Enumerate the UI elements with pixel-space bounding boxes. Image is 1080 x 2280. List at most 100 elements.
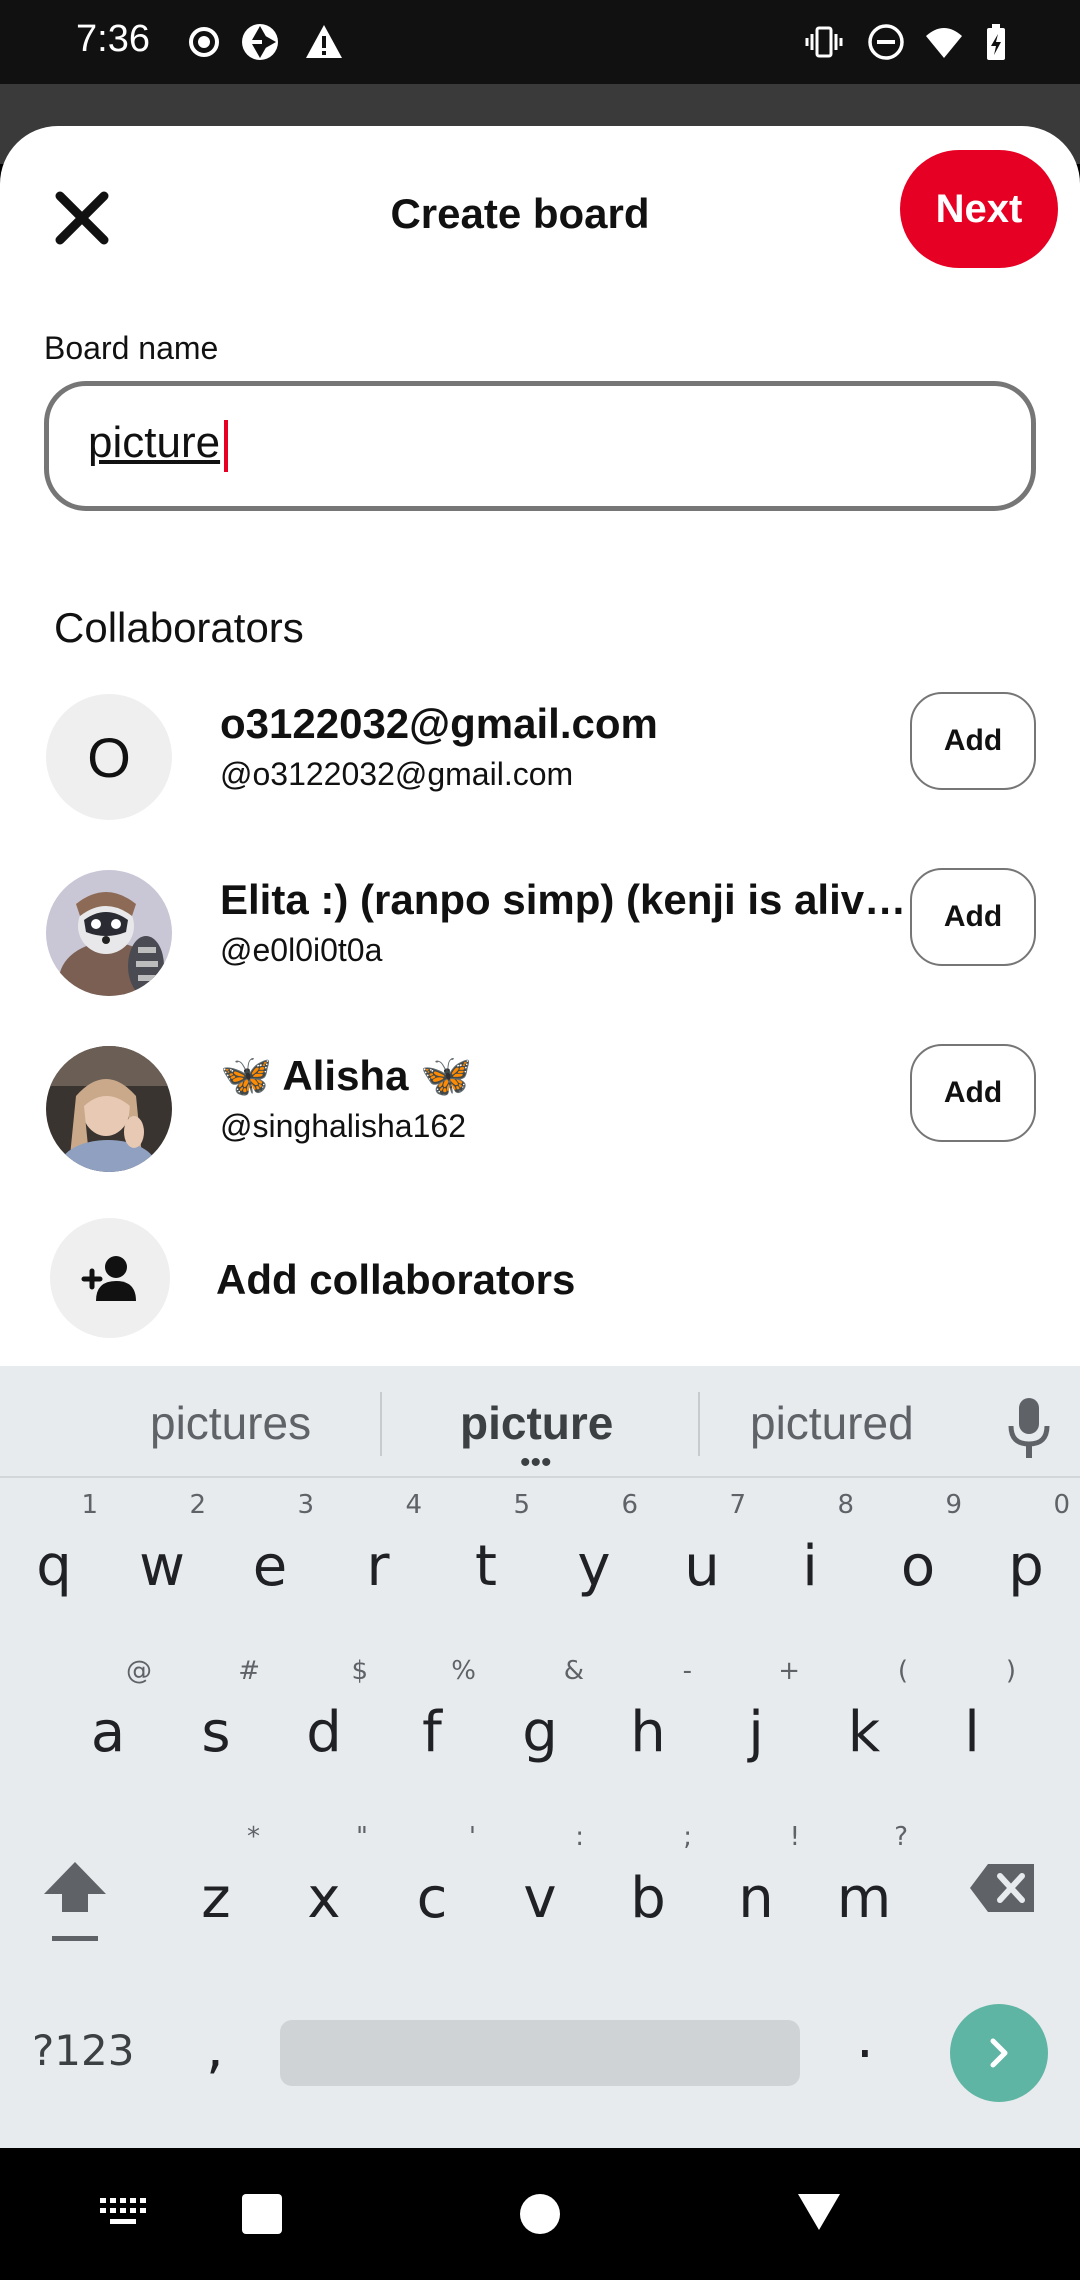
suggestion-divider <box>698 1392 700 1456</box>
vibrate-icon <box>805 26 843 58</box>
backspace-icon[interactable] <box>968 1862 1038 1914</box>
more-suggestions-icon[interactable]: ••• <box>520 1448 552 1478</box>
avatar: O <box>46 694 172 820</box>
key-hint: 1 <box>81 1490 98 1520</box>
key-hint: 0 <box>1053 1490 1070 1520</box>
key-d[interactable]: $ d <box>270 1656 378 1786</box>
keyboard-icon[interactable] <box>98 2194 148 2230</box>
key-hint: ! <box>789 1822 800 1852</box>
shift-key-icon[interactable] <box>40 1856 110 1952</box>
key-t[interactable]: 5t <box>432 1490 540 1620</box>
key-o[interactable]: 9o <box>864 1490 972 1620</box>
key-y[interactable]: 6y <box>540 1490 648 1620</box>
key-l[interactable]: ) l <box>918 1656 1026 1786</box>
key-label: k <box>847 1700 881 1765</box>
collaborators-heading: Collaborators <box>54 604 304 651</box>
key-hint: * <box>247 1822 260 1852</box>
enter-button[interactable] <box>950 2004 1048 2102</box>
status-time: 7:36 <box>76 18 150 60</box>
key-hint: 4 <box>405 1490 422 1520</box>
key-f[interactable]: % f <box>378 1656 486 1786</box>
key-label: v <box>523 1866 557 1931</box>
key-label: a <box>90 1700 126 1765</box>
key-label: e <box>252 1534 288 1599</box>
microphone-icon[interactable] <box>1006 1396 1052 1460</box>
key-m[interactable]: ? m <box>810 1822 918 1952</box>
key-label: w <box>139 1534 185 1599</box>
status-bar: 7:36 <box>0 0 1080 84</box>
key-hint: % <box>451 1656 476 1686</box>
suggestion-item[interactable]: picture <box>460 1396 613 1450</box>
key-hint: ) <box>1005 1656 1016 1686</box>
key-c[interactable]: ' c <box>378 1822 486 1952</box>
home-icon[interactable] <box>518 2192 562 2236</box>
key-x[interactable]: " x <box>270 1822 378 1952</box>
key-label: h <box>630 1700 666 1765</box>
recents-icon[interactable] <box>240 2192 284 2236</box>
key-j[interactable]: + j <box>702 1656 810 1786</box>
key-hint: 2 <box>189 1490 206 1520</box>
next-button[interactable]: Next <box>900 150 1058 268</box>
symbols-key[interactable]: ?123 <box>32 2026 134 2075</box>
suggestion-item[interactable]: pictured <box>750 1396 914 1450</box>
key-label: x <box>307 1866 341 1931</box>
key-b[interactable]: ; b <box>594 1822 702 1952</box>
key-label: r <box>366 1534 390 1599</box>
add-person-icon <box>81 1256 136 1301</box>
key-u[interactable]: 7u <box>648 1490 756 1620</box>
key-q[interactable]: 1q <box>0 1490 108 1620</box>
profile-photo-image <box>46 1046 172 1172</box>
key-label: i <box>802 1534 818 1599</box>
key-hint: : <box>575 1822 584 1852</box>
key-r[interactable]: 4r <box>324 1490 432 1620</box>
key-hint: 9 <box>945 1490 962 1520</box>
add-collaborators-label[interactable]: Add collaborators <box>216 1256 575 1304</box>
add-collaborator-button[interactable]: Add <box>910 868 1036 966</box>
key-k[interactable]: (k <box>810 1656 918 1786</box>
avatar <box>46 870 172 996</box>
key-label: u <box>684 1534 720 1599</box>
suggestion-item[interactable]: pictures <box>150 1396 311 1450</box>
add-collaborators-button[interactable] <box>50 1218 170 1338</box>
key-hint: 8 <box>837 1490 854 1520</box>
do-not-disturb-icon <box>868 24 904 60</box>
key-i[interactable]: 8i <box>756 1490 864 1620</box>
page-title: Create board <box>390 190 650 237</box>
text-cursor <box>224 420 228 472</box>
comma-key[interactable]: , <box>206 2016 224 2081</box>
key-g[interactable]: & g <box>486 1656 594 1786</box>
key-hint: @ <box>126 1656 152 1686</box>
battery-charging-icon <box>987 24 1005 60</box>
key-e[interactable]: 3e <box>216 1490 324 1620</box>
key-n[interactable]: ! n <box>702 1822 810 1952</box>
raccoon-avatar-image <box>46 870 172 996</box>
key-hint: ( <box>897 1656 908 1686</box>
key-v[interactable]: :v <box>486 1822 594 1952</box>
key-s[interactable]: # s <box>162 1656 270 1786</box>
key-h[interactable]: -h <box>594 1656 702 1786</box>
suggestion-divider <box>380 1392 382 1456</box>
collaborator-name: 🦋 Alisha 🦋 <box>220 1052 473 1099</box>
period-key[interactable]: . <box>856 2006 874 2071</box>
collaborator-name: Elita :) (ranpo simp) (kenji is alive… <box>220 876 910 923</box>
key-hint: # <box>238 1656 260 1686</box>
back-icon[interactable] <box>796 2190 842 2232</box>
key-label: o <box>900 1534 936 1599</box>
key-label: g <box>522 1700 558 1765</box>
key-label: z <box>201 1866 231 1931</box>
space-key[interactable] <box>280 2020 800 2086</box>
key-label: b <box>630 1866 666 1931</box>
add-collaborator-button[interactable]: Add <box>910 1044 1036 1142</box>
key-w[interactable]: 2w <box>108 1490 216 1620</box>
key-hint: ; <box>683 1822 692 1852</box>
key-a[interactable]: @ a <box>54 1656 162 1786</box>
navigation-bar <box>0 2148 1080 2280</box>
key-z[interactable]: * z <box>162 1822 270 1952</box>
key-hint: 3 <box>297 1490 314 1520</box>
key-p[interactable]: 0p <box>972 1490 1080 1620</box>
key-label: p <box>1008 1534 1044 1599</box>
key-hint: $ <box>351 1656 368 1686</box>
key-label: y <box>577 1534 611 1599</box>
add-collaborator-button[interactable]: Add <box>910 692 1036 790</box>
key-hint: 5 <box>513 1490 530 1520</box>
